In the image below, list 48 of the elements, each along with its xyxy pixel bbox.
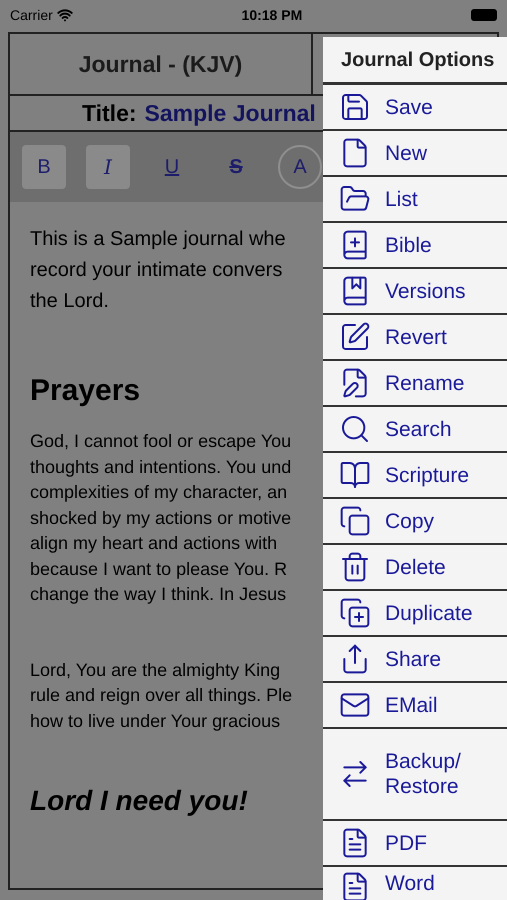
journal-text-line: Lord, You are the almighty King [30,658,280,682]
menu-item[interactable]: Search [323,407,507,453]
menu-item[interactable]: Backup/ Restore [323,729,507,821]
menu-item[interactable]: EMail [323,683,507,729]
journal-text-line: align my heart and actions with [30,532,278,555]
menu-item[interactable]: New [323,131,507,177]
menu-item[interactable]: Duplicate [323,591,507,637]
journal-text-line: how to live under Your gracious [30,710,280,733]
copy-icon [339,505,371,537]
carrier-text: Carrier [10,6,53,24]
search-icon [339,413,371,445]
format-button[interactable]: B [22,145,66,189]
journal-title: Sample Journal [144,98,316,128]
title-label: Title: [82,98,137,128]
clock-text: 10:18 PM [242,6,302,24]
wifi-icon [56,7,73,23]
copy-plus-icon [339,597,371,629]
menu-item[interactable]: Share [323,637,507,683]
format-button[interactable]: I [86,145,130,189]
menu-item[interactable]: List [323,177,507,223]
menu-item[interactable]: Copy [323,499,507,545]
menu-item[interactable]: Save [323,85,507,131]
journal-text-line: the Lord. [30,289,109,314]
trash-icon [339,551,371,583]
menu-item[interactable]: Revert [323,315,507,361]
menu-item[interactable]: Versions [323,269,507,315]
menu-item[interactable]: Delete [323,545,507,591]
menu-item[interactable]: Rename [323,361,507,407]
journal-text-line: God, I cannot fool or escape You [30,430,292,453]
journal-text-line: rule and reign over all things. Ple [30,684,292,707]
section-heading: Prayers [30,373,140,409]
journal-text-line: change the way I think. In Jesus [30,583,286,606]
menu-item[interactable]: PDF [323,821,507,867]
journal-text-line: thoughts and intentions. You und [30,456,292,479]
menu-title: Journal Options [323,37,507,85]
journal-text-line: because I want to please You. R [30,558,288,581]
pencil-square-icon [339,321,371,353]
journal-text-line: Lord I need you! [30,784,248,818]
header-title: Journal - (KJV) [10,34,313,94]
journal-text-line: record your intimate convers [30,258,282,283]
menu-item[interactable]: Scripture [323,453,507,499]
journal-text-line: complexities of my character, an [30,481,288,504]
menu-item[interactable]: Word [323,867,507,900]
open-book-icon [339,459,371,491]
menu-item[interactable]: Bible [323,223,507,269]
battery-icon [470,9,497,21]
journal-text-line: shocked by my actions or motive [30,506,292,530]
journal-text-line: This is a Sample journal whe [30,227,286,252]
